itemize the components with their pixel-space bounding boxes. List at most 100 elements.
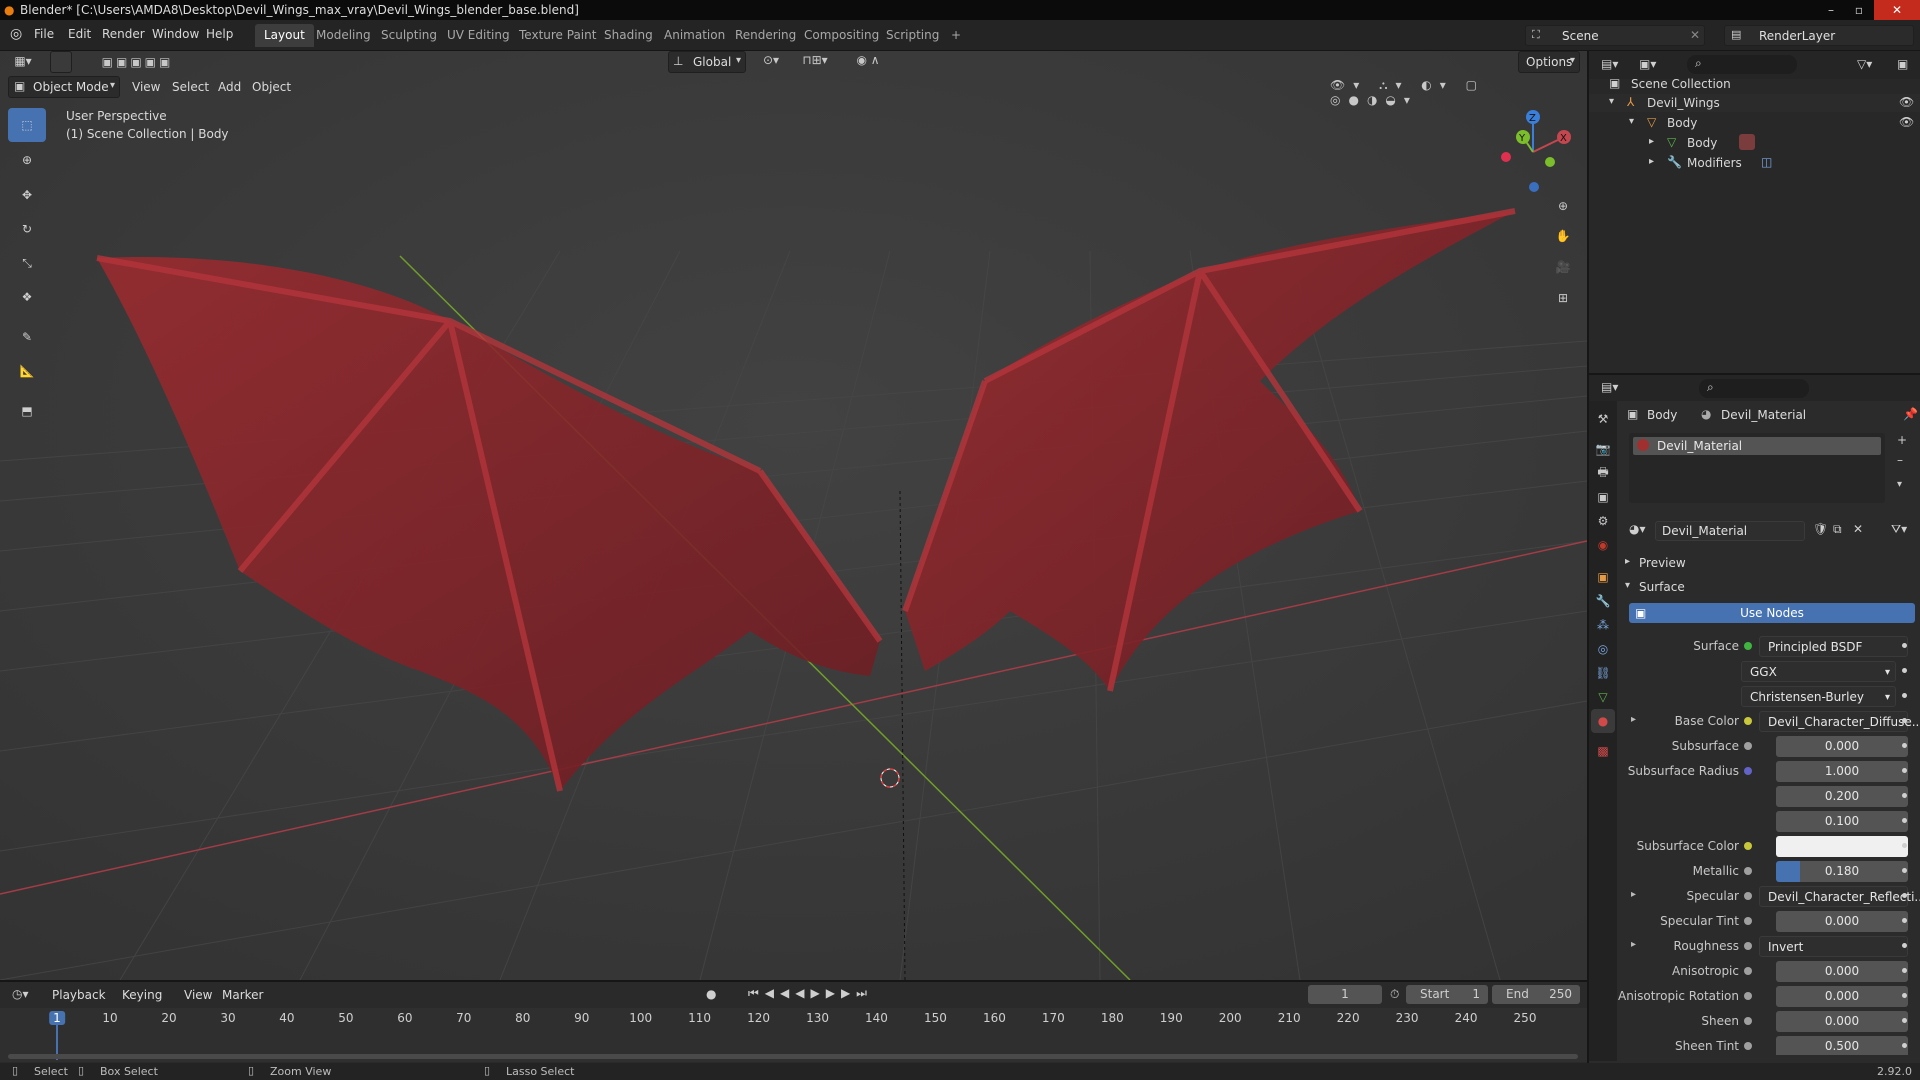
- socket-icon[interactable]: [1744, 917, 1752, 925]
- scene-tab-icon[interactable]: ⚙: [1593, 511, 1613, 531]
- property-field[interactable]: 0.100: [1776, 811, 1908, 832]
- tab-modeling[interactable]: Modeling: [307, 24, 380, 47]
- editor-type-button[interactable]: ▦▾: [8, 51, 38, 73]
- close-icon[interactable]: ✕: [1690, 28, 1700, 42]
- end-frame-field[interactable]: End 250: [1492, 985, 1580, 1004]
- particles-tab-icon[interactable]: ⁂: [1593, 615, 1613, 635]
- menu-window[interactable]: Window: [152, 27, 199, 41]
- material-name-field[interactable]: Devil_Material: [1655, 521, 1805, 541]
- select-box-tool[interactable]: ⬚: [8, 108, 46, 142]
- property-field[interactable]: 0.000: [1776, 1011, 1908, 1032]
- modifier-tab-icon[interactable]: 🔧: [1593, 591, 1613, 611]
- view-layer-tab-icon[interactable]: ▣: [1593, 487, 1613, 507]
- outliner-row-scene-collection[interactable]: ▣ Scene Collection: [1589, 75, 1920, 93]
- socket-icon[interactable]: [1744, 1017, 1752, 1025]
- keyframe-dot-icon[interactable]: [1902, 743, 1907, 748]
- menu-marker[interactable]: Marker: [222, 988, 263, 1002]
- remove-slot-icon[interactable]: –: [1897, 453, 1903, 467]
- menu-keying[interactable]: Keying: [122, 988, 162, 1002]
- select-tool-button[interactable]: [50, 51, 72, 73]
- node-link-icon[interactable]: ⛛▾: [1891, 522, 1907, 537]
- add-slot-icon[interactable]: +: [1897, 433, 1907, 447]
- menu-playback[interactable]: Playback: [52, 988, 106, 1002]
- use-nodes-button[interactable]: ▣ Use Nodes: [1629, 603, 1915, 623]
- menu-select[interactable]: Select: [172, 80, 209, 94]
- filter-icon[interactable]: ▽▾: [1857, 57, 1872, 71]
- property-field[interactable]: 0.500: [1776, 1036, 1908, 1055]
- keyframe-dot-icon[interactable]: [1902, 668, 1907, 673]
- keyframe-dot-icon[interactable]: [1902, 943, 1907, 948]
- pan-hand-icon[interactable]: ✋: [1552, 225, 1574, 247]
- property-field[interactable]: 0.200: [1776, 786, 1908, 807]
- playback-controls[interactable]: ⏮◀◀◀▶▶▶⏭: [748, 986, 873, 1001]
- outliner-row-devil-wings[interactable]: ▾ ⅄ Devil_Wings 👁: [1589, 94, 1920, 112]
- tab-scripting[interactable]: Scripting: [877, 24, 948, 47]
- add-workspace-icon[interactable]: +: [942, 24, 970, 47]
- tool-tab-icon[interactable]: ⚒: [1593, 409, 1613, 429]
- outliner-row-modifiers[interactable]: ▸ 🔧 Modifiers ◫: [1589, 154, 1920, 172]
- tab-texture-paint[interactable]: Texture Paint: [510, 24, 605, 47]
- outliner-search[interactable]: ⌕: [1687, 55, 1797, 74]
- new-collection-icon[interactable]: ▣: [1897, 57, 1908, 71]
- stopwatch-icon[interactable]: ⏱: [1390, 987, 1399, 1002]
- expand-arrow-icon[interactable]: ▸: [1649, 156, 1654, 167]
- property-field[interactable]: 0.000: [1776, 911, 1908, 932]
- keyframe-dot-icon[interactable]: [1902, 768, 1907, 773]
- mode-dropdown[interactable]: ▣ Object Mode ▾: [8, 76, 120, 98]
- preview-panel-header[interactable]: ▸ Preview: [1621, 555, 1920, 573]
- material-slot-row[interactable]: Devil_Material: [1633, 437, 1881, 455]
- menu-edit[interactable]: Edit: [68, 27, 91, 41]
- expand-arrow-icon[interactable]: ▸: [1631, 939, 1636, 950]
- tab-sculpting[interactable]: Sculpting: [372, 24, 446, 47]
- record-icon[interactable]: ●: [706, 987, 716, 1001]
- render-tab-icon[interactable]: 📷: [1593, 439, 1613, 459]
- properties-search[interactable]: ⌕: [1699, 379, 1809, 398]
- selection-mode-icons[interactable]: ▣▣▣▣▣: [90, 52, 185, 72]
- socket-icon[interactable]: [1744, 867, 1752, 875]
- socket-icon[interactable]: [1744, 967, 1752, 975]
- scale-tool[interactable]: ⤡: [8, 246, 46, 280]
- property-field[interactable]: Invert: [1759, 936, 1908, 957]
- keyframe-dot-icon[interactable]: [1902, 1043, 1907, 1048]
- timeline-scrollbar[interactable]: [8, 1054, 1578, 1059]
- menu-help[interactable]: Help: [206, 27, 233, 41]
- property-field[interactable]: 0.180: [1776, 861, 1908, 882]
- property-field[interactable]: Principled BSDF: [1759, 636, 1908, 657]
- material-browse-icon[interactable]: ◕▾: [1629, 522, 1646, 536]
- snap-icon[interactable]: ⊓⊞▾: [790, 53, 840, 67]
- outliner-row-body-object[interactable]: ▾ ▽ Body 👁: [1589, 114, 1920, 132]
- current-frame-field[interactable]: 1: [1308, 985, 1382, 1004]
- outliner-row-body-mesh[interactable]: ▸ ▽ Body: [1589, 134, 1920, 152]
- tab-animation[interactable]: Animation: [655, 24, 734, 47]
- tab-shading[interactable]: Shading: [595, 24, 662, 47]
- display-mode-icon[interactable]: ▣▾: [1639, 57, 1656, 71]
- navigation-gizmo[interactable]: Z X Y: [1488, 107, 1578, 197]
- socket-icon[interactable]: [1744, 892, 1752, 900]
- keyframe-dot-icon[interactable]: [1902, 843, 1907, 848]
- menu-view[interactable]: View: [184, 988, 212, 1002]
- editor-type-icon[interactable]: ◷▾: [12, 987, 29, 1001]
- socket-icon[interactable]: [1744, 742, 1752, 750]
- socket-icon[interactable]: [1744, 992, 1752, 1000]
- expand-arrow-icon[interactable]: ▾: [1609, 96, 1614, 107]
- annotate-tool[interactable]: ✎: [8, 320, 46, 354]
- keyframe-dot-icon[interactable]: [1902, 918, 1907, 923]
- frame-ruler[interactable]: 1 10 20 30 40 50 60 70 80 90 100 110 120 130 140 150 160…: [0, 1008, 1587, 1062]
- options-button[interactable]: Options ▾: [1518, 51, 1580, 73]
- socket-icon[interactable]: [1744, 717, 1752, 725]
- property-field[interactable]: [1776, 836, 1908, 857]
- blender-menu-icon[interactable]: ◎: [10, 26, 22, 42]
- keyframe-dot-icon[interactable]: [1902, 818, 1907, 823]
- grid-icon[interactable]: ⊞: [1552, 287, 1574, 309]
- duplicate-icon[interactable]: ⧉: [1833, 522, 1842, 537]
- output-tab-icon[interactable]: 🖶: [1593, 463, 1613, 483]
- menu-file[interactable]: File: [34, 27, 54, 41]
- world-tab-icon[interactable]: ◉: [1593, 535, 1613, 555]
- keyframe-dot-icon[interactable]: [1902, 993, 1907, 998]
- move-tool[interactable]: ✥: [8, 178, 46, 212]
- property-field[interactable]: Devil_Character_Diffuse...: [1759, 711, 1920, 732]
- property-field[interactable]: Devil_Character_Reflecti...: [1759, 886, 1920, 907]
- socket-icon[interactable]: [1744, 642, 1752, 650]
- cursor-tool[interactable]: ⊕: [8, 143, 46, 177]
- menu-object[interactable]: Object: [252, 80, 291, 94]
